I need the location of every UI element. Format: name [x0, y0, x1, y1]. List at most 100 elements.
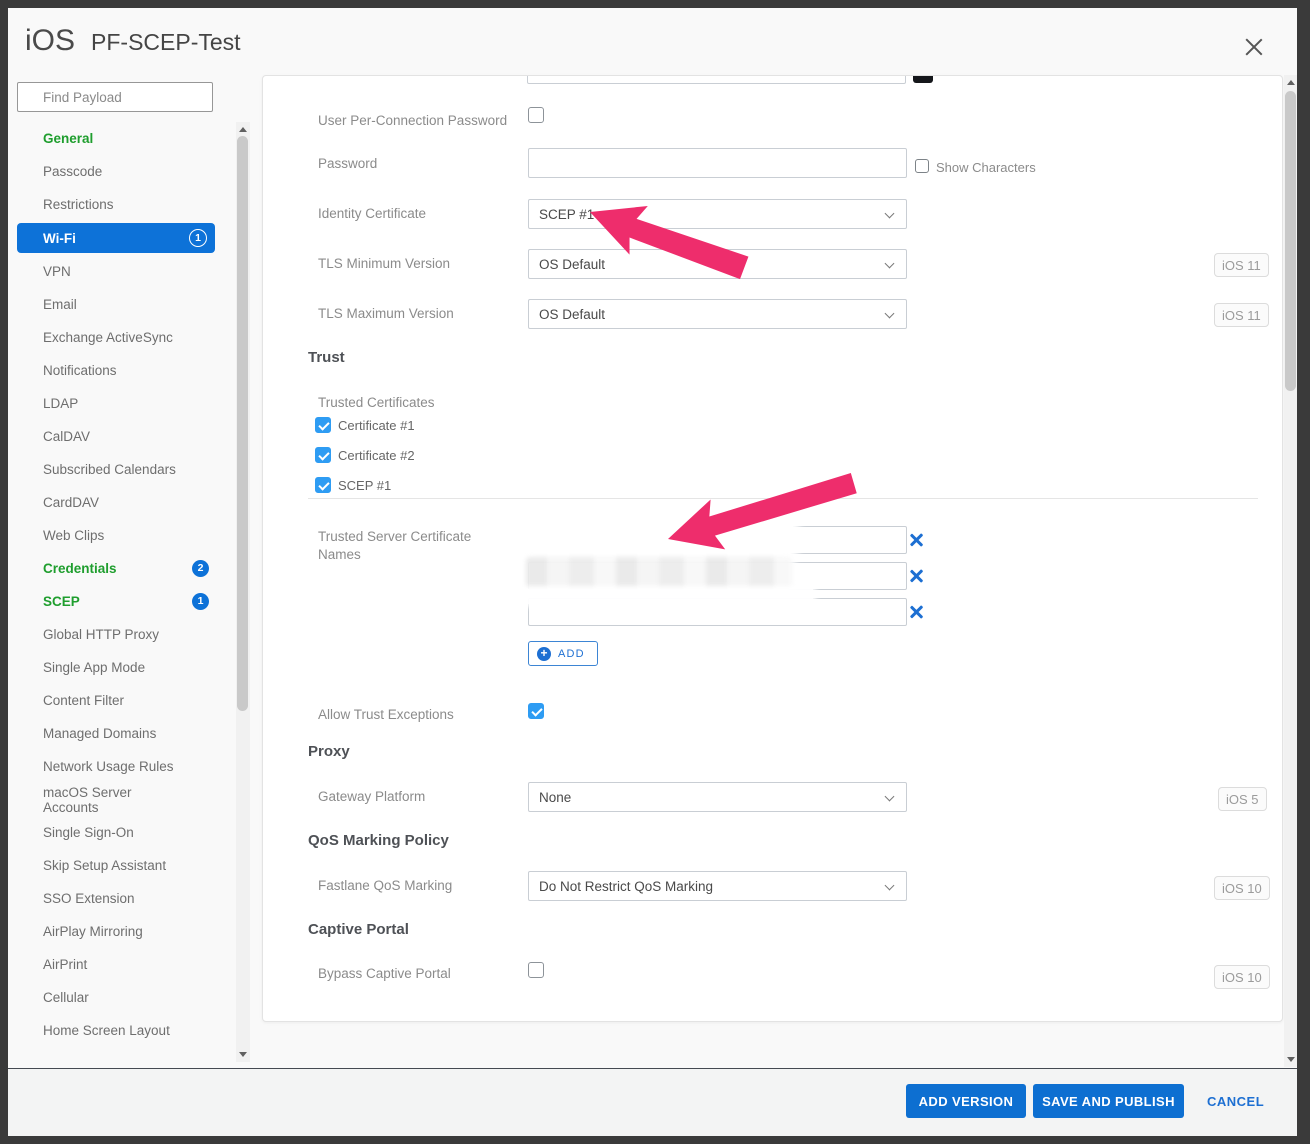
sidebar-item-web-clips[interactable]: Web Clips: [17, 519, 215, 552]
sidebar-item-vpn[interactable]: VPN: [17, 255, 215, 288]
sidebar-item-label: Wi-Fi: [43, 231, 76, 246]
sidebar-item-single-sign-on[interactable]: Single Sign-On: [17, 816, 215, 849]
fastlane-qos-marking-select[interactable]: Do Not Restrict QoS Marking: [528, 871, 907, 901]
allow-trust-exceptions-checkbox[interactable]: [528, 703, 544, 719]
sidebar-item-content-filter[interactable]: Content Filter: [17, 684, 215, 717]
redaction-blur: [523, 516, 793, 556]
sidebar-item-label: Managed Domains: [43, 726, 156, 741]
trusted-certificates-label: Trusted Certificates: [318, 394, 523, 412]
sidebar-item-label: Single App Mode: [43, 660, 145, 675]
identity-certificate-label: Identity Certificate: [318, 205, 523, 223]
fastlane-qos-marking-value: Do Not Restrict QoS Marking: [539, 879, 713, 894]
sidebar-item-label: General: [43, 131, 93, 146]
sidebar-item-label: Subscribed Calendars: [43, 462, 176, 477]
window-frame: iOS PF-SCEP-Test General Passcode Restrict…: [0, 0, 1310, 1144]
proxy-section-heading: Proxy: [308, 743, 350, 760]
sidebar-item-network-usage-rules[interactable]: Network Usage Rules: [17, 750, 215, 783]
certificate-2-label: Certificate #2: [338, 448, 415, 463]
sidebar-item-skip-setup-assistant[interactable]: Skip Setup Assistant: [17, 849, 215, 882]
sidebar-item-single-app-mode[interactable]: Single App Mode: [17, 651, 215, 684]
sidebar-item-label: LDAP: [43, 396, 78, 411]
sidebar-item-general[interactable]: General: [17, 122, 215, 155]
sidebar-item-email[interactable]: Email: [17, 288, 215, 321]
scep-1-checkbox[interactable]: [315, 477, 331, 493]
bypass-captive-portal-os-badge: iOS 10: [1214, 965, 1270, 989]
trusted-certificate-row: SCEP #1: [315, 477, 391, 493]
certificate-1-checkbox[interactable]: [315, 417, 331, 433]
save-and-publish-button[interactable]: SAVE AND PUBLISH: [1033, 1084, 1184, 1118]
sidebar-item-label: Single Sign-On: [43, 825, 134, 840]
sidebar-item-airprint[interactable]: AirPrint: [17, 948, 215, 981]
sidebar-item-subscribed-calendars[interactable]: Subscribed Calendars: [17, 453, 215, 486]
profile-editor-dialog: iOS PF-SCEP-Test General Passcode Restrict…: [8, 8, 1297, 1136]
sidebar-item-notifications[interactable]: Notifications: [17, 354, 215, 387]
sidebar-item-sso-extension[interactable]: SSO Extension: [17, 882, 215, 915]
sidebar-item-label: CalDAV: [43, 429, 90, 444]
cancel-button[interactable]: CANCEL: [1201, 1093, 1270, 1110]
add-server-name-button[interactable]: + ADD: [528, 641, 598, 666]
sidebar-item-label: Content Filter: [43, 693, 124, 708]
show-characters-label: Show Characters: [936, 160, 1036, 175]
scroll-down-icon[interactable]: [239, 1052, 247, 1057]
gateway-platform-select[interactable]: None: [528, 782, 907, 812]
sidebar-item-label: Network Usage Rules: [43, 759, 174, 774]
tls-minimum-version-value: OS Default: [539, 257, 605, 272]
close-icon[interactable]: [1241, 34, 1267, 60]
sidebar-item-ldap[interactable]: LDAP: [17, 387, 215, 420]
sidebar-scrollbar-thumb[interactable]: [237, 136, 248, 711]
sidebar-item-label: SCEP: [43, 594, 80, 609]
tls-maximum-version-label: TLS Maximum Version: [318, 305, 523, 323]
tls-minimum-version-select[interactable]: OS Default: [528, 249, 907, 279]
add-version-button[interactable]: ADD VERSION: [906, 1084, 1026, 1118]
sidebar-item-label: Skip Setup Assistant: [43, 858, 166, 873]
sidebar-item-scep[interactable]: SCEP1: [17, 585, 215, 618]
sidebar-item-label: VPN: [43, 264, 71, 279]
payload-list: General Passcode Restrictions Wi-Fi 1 VPN Emai…: [17, 122, 215, 1047]
sidebar-item-cellular[interactable]: Cellular: [17, 981, 215, 1014]
sidebar-item-label: Home Screen Layout: [43, 1023, 170, 1038]
show-characters-checkbox[interactable]: [915, 159, 929, 173]
user-per-connection-password-label: User Per-Connection Password: [318, 112, 523, 130]
scroll-down-icon[interactable]: [1287, 1057, 1295, 1062]
content-scrollbar-thumb[interactable]: [1285, 91, 1296, 391]
sidebar-item-label: SSO Extension: [43, 891, 135, 906]
sidebar-item-home-screen-layout[interactable]: Home Screen Layout: [17, 1014, 215, 1047]
sidebar-item-label: Restrictions: [43, 197, 114, 212]
sidebar-item-passcode[interactable]: Passcode: [17, 155, 215, 188]
scroll-up-icon[interactable]: [239, 127, 247, 132]
clipped-top-checkbox[interactable]: [913, 75, 933, 83]
user-per-connection-password-checkbox[interactable]: [528, 107, 544, 123]
clipped-top-input[interactable]: [527, 75, 906, 84]
sidebar-scrollbar[interactable]: [236, 122, 250, 1062]
scep-1-label: SCEP #1: [338, 478, 391, 493]
dialog-header: iOS PF-SCEP-Test: [25, 24, 241, 58]
fastlane-qos-os-badge: iOS 10: [1214, 876, 1270, 900]
sidebar-item-wi-fi[interactable]: Wi-Fi 1: [17, 223, 215, 253]
sidebar-item-caldav[interactable]: CalDAV: [17, 420, 215, 453]
section-divider: [308, 498, 1258, 499]
scroll-up-icon[interactable]: [1287, 80, 1295, 85]
dialog-footer: ADD VERSION SAVE AND PUBLISH CANCEL: [8, 1068, 1297, 1136]
sidebar-item-global-http-proxy[interactable]: Global HTTP Proxy: [17, 618, 215, 651]
add-button-label: ADD: [558, 648, 585, 660]
sidebar-item-airplay-mirroring[interactable]: AirPlay Mirroring: [17, 915, 215, 948]
wifi-payload-form: User Per-Connection Password Password Sh…: [262, 75, 1283, 1022]
identity-certificate-select[interactable]: SCEP #1: [528, 199, 907, 229]
sidebar-item-restrictions[interactable]: Restrictions: [17, 188, 215, 221]
sidebar-item-credentials[interactable]: Credentials2: [17, 552, 215, 585]
find-payload-input[interactable]: [17, 82, 213, 112]
password-field[interactable]: [528, 148, 907, 178]
sidebar-item-carddav[interactable]: CardDAV: [17, 486, 215, 519]
sidebar-item-managed-domains[interactable]: Managed Domains: [17, 717, 215, 750]
remove-icon[interactable]: [908, 604, 924, 620]
remove-icon[interactable]: [908, 568, 924, 584]
payload-count-badge: 1: [189, 229, 207, 247]
remove-icon[interactable]: [908, 532, 924, 548]
sidebar-item-label: Exchange ActiveSync: [43, 330, 173, 345]
bypass-captive-portal-checkbox[interactable]: [528, 962, 544, 978]
sidebar-item-exchange-activesync[interactable]: Exchange ActiveSync: [17, 321, 215, 354]
content-scrollbar[interactable]: [1284, 75, 1297, 1067]
sidebar-item-macos-server-accounts[interactable]: macOS Server Accounts: [17, 783, 215, 816]
certificate-2-checkbox[interactable]: [315, 447, 331, 463]
tls-maximum-version-select[interactable]: OS Default: [528, 299, 907, 329]
